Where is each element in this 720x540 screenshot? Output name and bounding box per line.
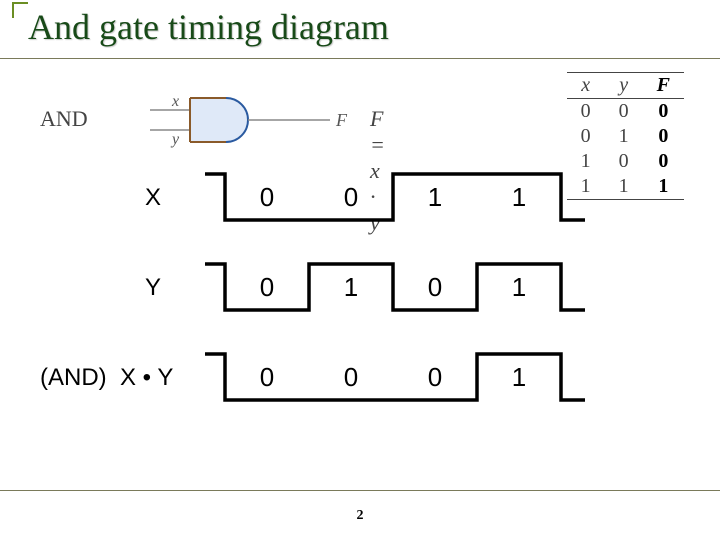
gate-type-label: AND — [40, 106, 88, 132]
waveform-y — [205, 260, 605, 316]
rule-top — [0, 58, 720, 59]
slide-title: And gate timing diagram — [28, 6, 389, 48]
timing-row-x: X 0011 — [55, 170, 655, 230]
gate-output: F — [335, 110, 348, 130]
truth-row: 010 — [567, 124, 684, 149]
waveform-and — [205, 350, 605, 406]
signal-prefix: (AND) — [40, 364, 107, 392]
rule-bottom — [0, 490, 720, 491]
gate-input-y: y — [170, 131, 180, 148]
truth-header-x: x — [567, 73, 605, 99]
truth-header-f: F — [643, 73, 684, 99]
slide: And gate timing diagram AND x y F F = x … — [0, 0, 720, 540]
timing-row-y: Y 0101 — [55, 260, 655, 320]
truth-row: 000 — [567, 99, 684, 125]
corner-accent — [12, 2, 28, 18]
truth-header-row: x y F — [567, 73, 684, 99]
signal-label: Y — [145, 274, 161, 302]
timing-diagram: X 0011 Y 0101 (AND) X • Y 0001 — [55, 170, 655, 410]
signal-label: X — [145, 184, 161, 212]
timing-row-and: (AND) X • Y 0001 — [55, 350, 655, 410]
and-gate-icon: x y F — [150, 92, 370, 152]
waveform-x — [205, 170, 605, 226]
truth-header-y: y — [605, 73, 643, 99]
gate-input-x: x — [171, 93, 179, 110]
signal-label: X • Y — [120, 364, 173, 392]
page-number: 2 — [0, 508, 720, 524]
